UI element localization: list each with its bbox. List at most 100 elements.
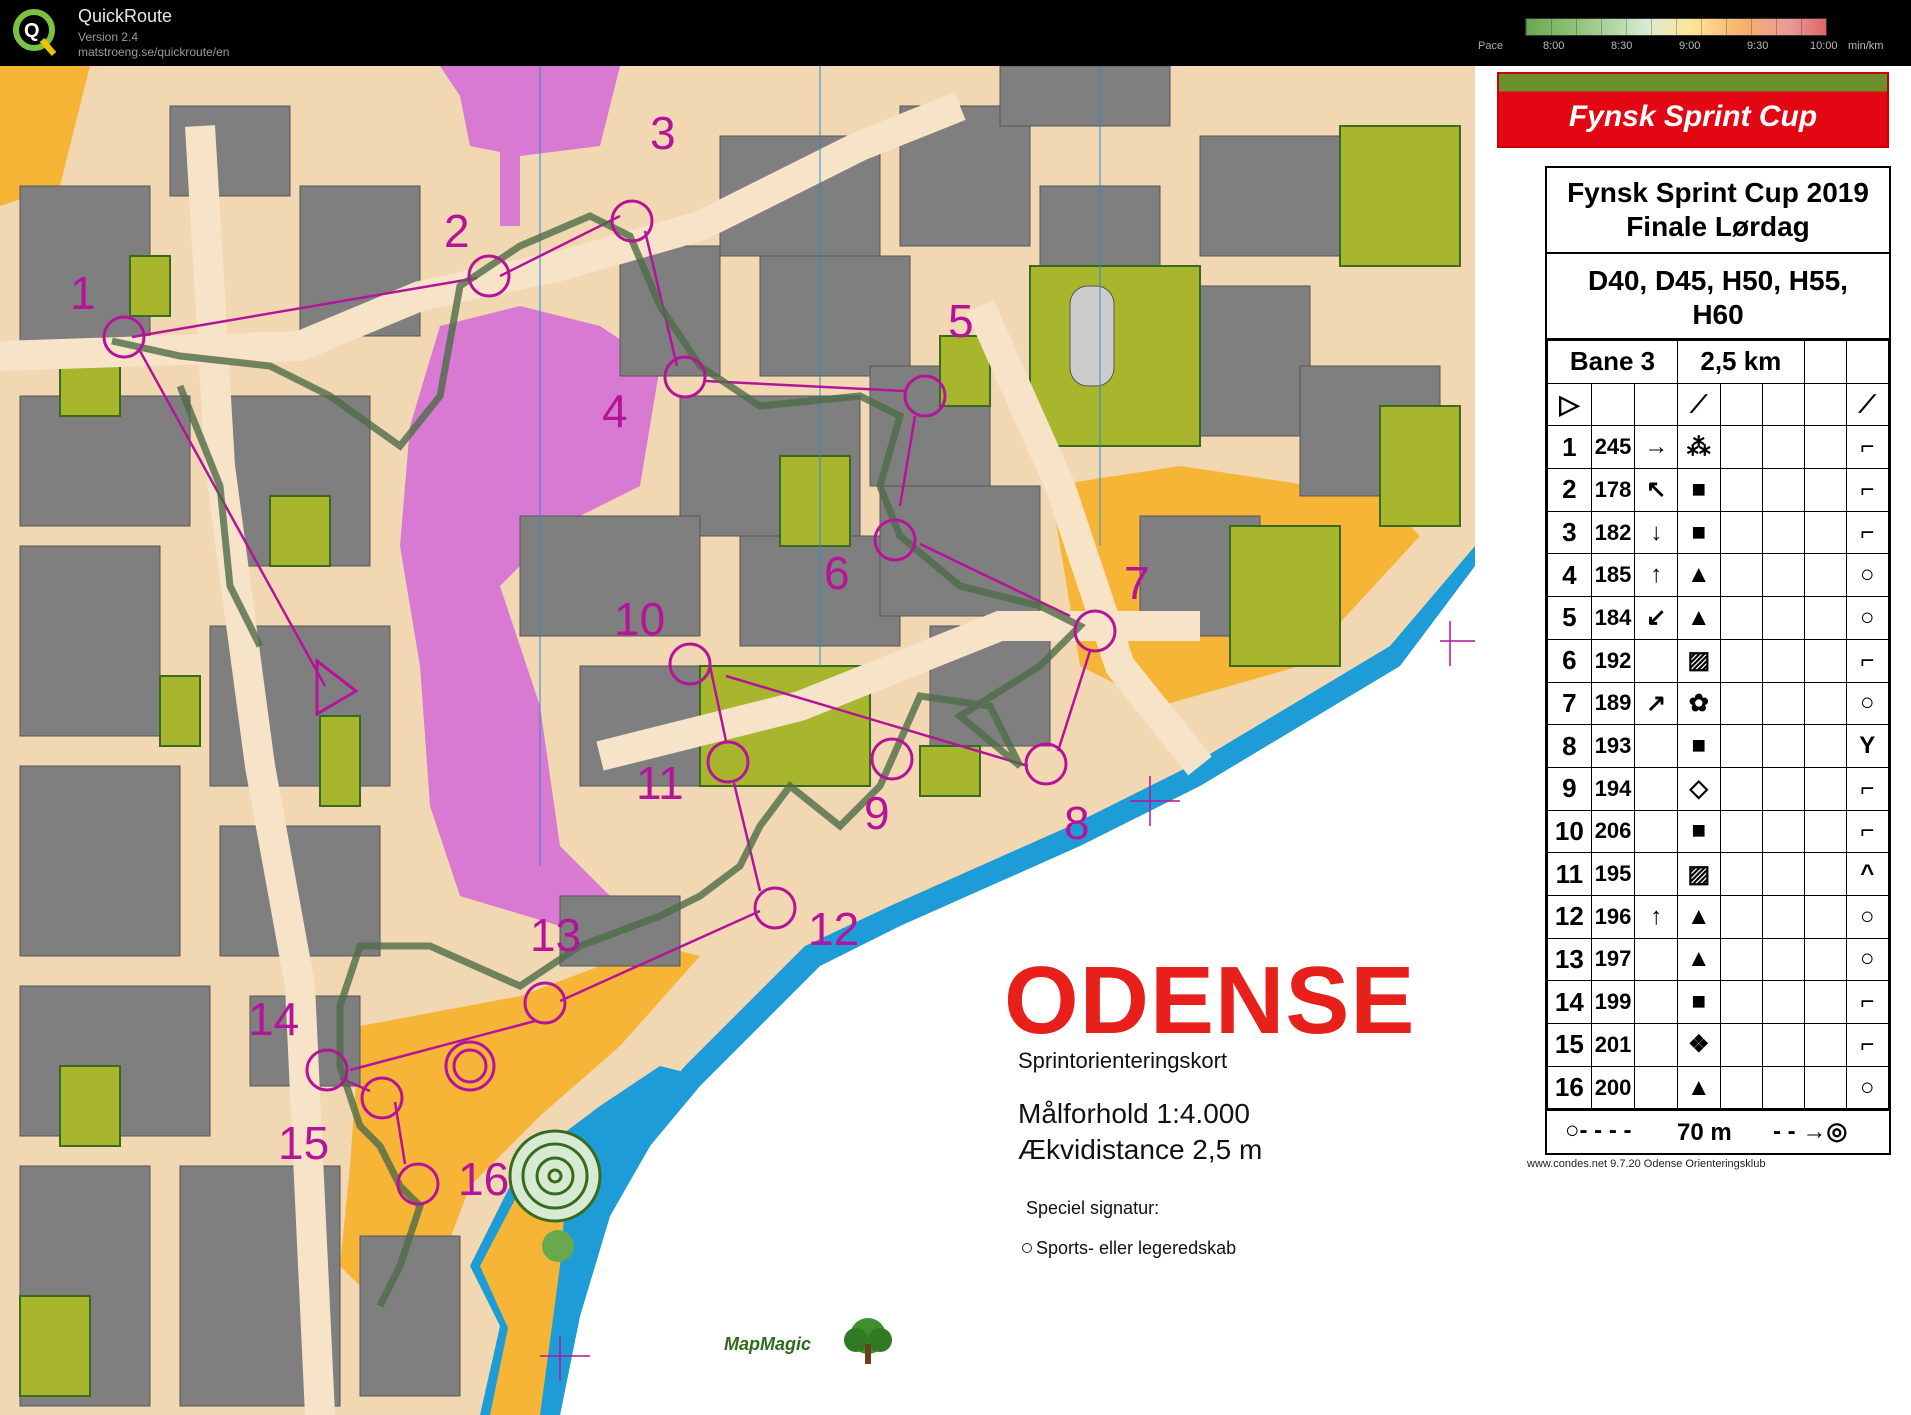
appearance-cell (1719, 681, 1763, 726)
course-name: Bane 3 (1547, 340, 1678, 384)
control-row: 4 185 ↑ ▲ ○ (1547, 553, 1890, 598)
tree-logo-icon (844, 1318, 892, 1364)
control-code: 199 (1590, 980, 1636, 1024)
feature-symbol-icon: ▲ (1677, 937, 1721, 982)
control-direction (1634, 937, 1678, 982)
control-direction: ↖ (1634, 468, 1678, 512)
control-row: 10 206 ■ ⌐ (1547, 809, 1890, 854)
svg-text:Q: Q (24, 20, 40, 42)
control-code: 185 (1590, 553, 1636, 598)
dimension-cell (1761, 852, 1805, 896)
other-cell (1803, 1065, 1847, 1110)
pace-tick-label: 9:30 (1747, 40, 1769, 52)
pace-label: Pace (1478, 40, 1504, 52)
feature-symbol-icon: ◇ (1677, 766, 1721, 811)
feature-symbol-icon: ▲ (1677, 894, 1721, 939)
dimension-cell (1761, 553, 1805, 598)
dimension-cell (1761, 468, 1805, 512)
location-symbol-icon: ⌐ (1845, 980, 1890, 1024)
app-version: Version 2.4 (78, 30, 139, 44)
special-symbol-title: Speciel signatur: (1026, 1198, 1160, 1218)
control-number: 13 (1547, 937, 1592, 982)
map-graphics (0, 66, 1475, 1415)
location-symbol-icon: ^ (1845, 852, 1890, 896)
map-scale: Målforhold 1:4.000 (1018, 1098, 1250, 1129)
feature-symbol-icon: ■ (1677, 510, 1721, 555)
dimension-cell (1761, 894, 1805, 939)
feature-symbol-icon: ▨ (1677, 852, 1721, 896)
control-row: 13 197 ▲ ○ (1547, 937, 1890, 982)
pace-scale-tick (1551, 19, 1552, 35)
appearance-cell (1719, 553, 1763, 598)
control-description-panel: Fynsk Sprint Cup Fynsk Sprint Cup 2019 F… (1475, 66, 1911, 1415)
control-row: 8 193 ■ Y (1547, 724, 1890, 768)
finish-circle-icon: - - →◎ (1773, 1118, 1848, 1146)
other-cell (1803, 980, 1847, 1024)
control-code: 182 (1590, 510, 1636, 555)
control-number-12: 12 (808, 903, 860, 955)
finish-start-circle-icon: ○- - - - (1565, 1117, 1632, 1145)
control-direction (1634, 1065, 1678, 1110)
control-code: 192 (1590, 638, 1636, 683)
orienteering-map[interactable]: 1 2 3 4 5 6 7 8 9 10 11 12 13 14 15 16 O… (0, 66, 1475, 1415)
event-title: Fynsk Sprint Cup 2019 Finale Lørdag (1547, 168, 1889, 254)
control-direction: ↑ (1634, 894, 1678, 939)
dimension-cell (1761, 980, 1805, 1024)
control-number: 14 (1547, 980, 1592, 1024)
condes-credit: www.condes.net 9.7.20 Odense Orientering… (1527, 1158, 1766, 1170)
appearance-cell (1719, 425, 1763, 470)
pace-scale-tick (1576, 19, 1577, 35)
location-symbol-icon: ⌐ (1845, 1023, 1890, 1067)
control-row: 5 184 ↙ ▲ ○ (1547, 596, 1890, 640)
control-number: 2 (1547, 468, 1592, 512)
location-symbol-icon: ⌐ (1845, 510, 1890, 555)
pace-tick-label: 9:00 (1679, 40, 1701, 52)
dimension-cell (1761, 1023, 1805, 1067)
map-contour-interval: Ækvidistance 2,5 m (1018, 1134, 1263, 1165)
control-row: 1 245 → ⁂ ⌐ (1547, 425, 1890, 470)
location-symbol-icon: ○ (1845, 1065, 1890, 1110)
appearance-cell (1719, 468, 1763, 512)
control-number: 11 (1547, 852, 1592, 896)
control-row: 6 192 ▨ ⌐ (1547, 638, 1890, 683)
control-row: 12 196 ↑ ▲ ○ (1547, 894, 1890, 939)
feature-symbol-icon: ■ (1677, 980, 1721, 1024)
control-number: 16 (1547, 1065, 1592, 1110)
pace-tick-label: 8:30 (1611, 40, 1633, 52)
control-direction: ↗ (1634, 681, 1678, 726)
control-direction: ↙ (1634, 596, 1678, 640)
other-cell (1803, 638, 1847, 683)
location-symbol-icon: ○ (1845, 553, 1890, 598)
control-code: 201 (1590, 1023, 1636, 1067)
app-title: QuickRoute (78, 6, 173, 26)
control-number: 15 (1547, 1023, 1592, 1067)
control-number: 9 (1547, 766, 1592, 811)
location-symbol-icon: ○ (1845, 596, 1890, 640)
class-list: D40, D45, H50, H55, H60 (1547, 254, 1889, 340)
location-symbol-icon: ⌐ (1845, 809, 1890, 854)
control-direction: → (1634, 425, 1678, 470)
other-cell (1803, 1023, 1847, 1067)
dimension-cell (1761, 638, 1805, 683)
app-url[interactable]: matstroeng.se/quickroute/en (78, 45, 229, 59)
control-code: 178 (1590, 468, 1636, 512)
appearance-cell (1719, 937, 1763, 982)
control-number-8: 8 (1064, 797, 1090, 849)
control-description-sheet: Fynsk Sprint Cup 2019 Finale Lørdag D40,… (1545, 166, 1891, 1156)
control-code: 200 (1590, 1065, 1636, 1110)
pace-scale-tick (1776, 19, 1777, 35)
finish-row: ○- - - - 70 m - - →◎ (1547, 1109, 1889, 1153)
location-symbol-icon: ⌐ (1845, 425, 1890, 470)
control-direction (1634, 766, 1678, 811)
feature-symbol-icon: ▲ (1677, 553, 1721, 598)
control-code: 189 (1590, 681, 1636, 726)
pace-scale-tick (1526, 19, 1527, 35)
location-symbol-icon: ⟋ (1845, 382, 1890, 427)
appearance-cell (1719, 724, 1763, 768)
control-row: 7 189 ↗ ✿ ○ (1547, 681, 1890, 726)
other-cell (1803, 425, 1847, 470)
control-code: 196 (1590, 894, 1636, 939)
control-number-14: 14 (248, 993, 300, 1045)
appearance-cell (1719, 809, 1763, 854)
other-cell (1803, 766, 1847, 811)
